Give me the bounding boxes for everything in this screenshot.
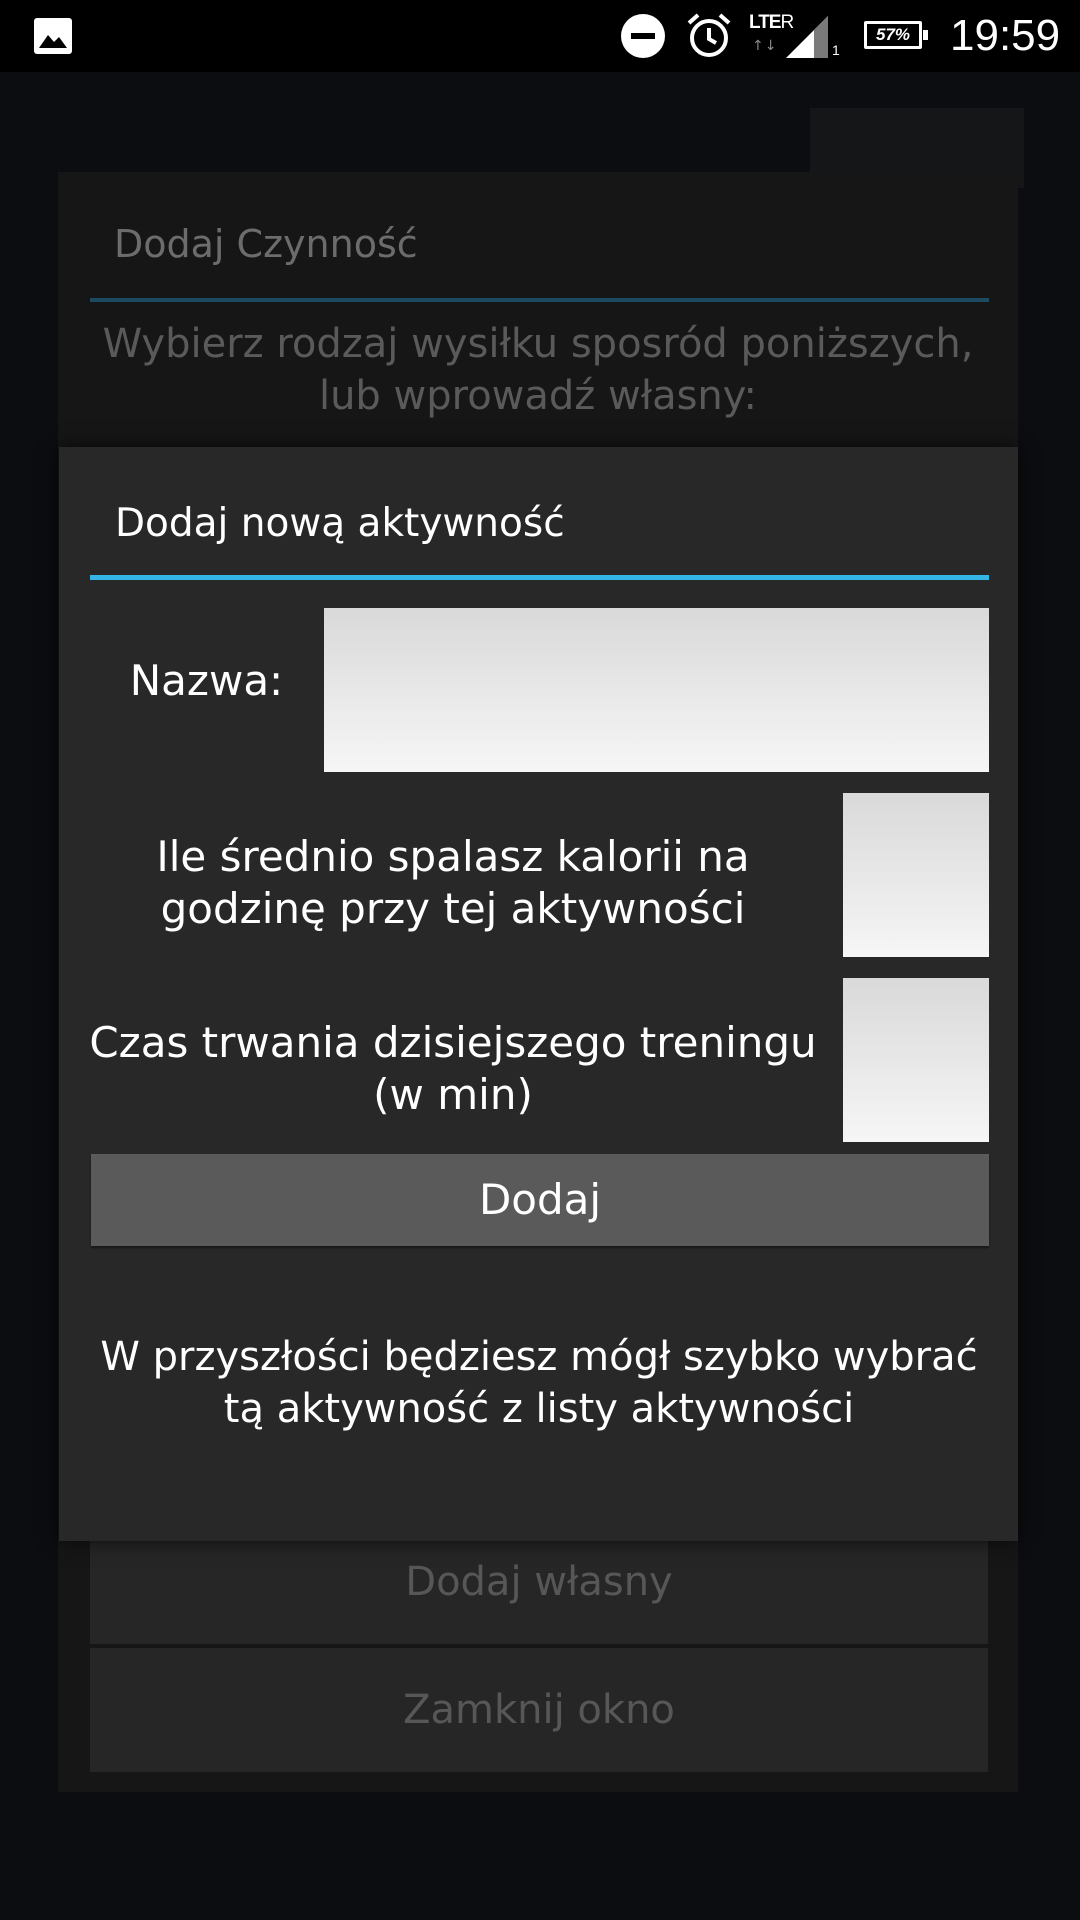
- duration-label: Czas trwania dzisiejszego treningu (w mi…: [89, 1018, 817, 1119]
- battery-icon: 57%: [864, 21, 928, 49]
- background-dialog-title: Dodaj Czynność: [114, 222, 418, 266]
- calories-per-hour-label: Ile średnio spalasz kalorii na godzinę p…: [156, 832, 750, 933]
- background-dialog-message: Wybierz rodzaj wysiłku sposród poniższyc…: [102, 321, 974, 419]
- name-input[interactable]: [324, 608, 989, 772]
- duration-input[interactable]: [843, 978, 989, 1142]
- add-button[interactable]: Dodaj: [91, 1154, 989, 1246]
- background-dialog-divider: [90, 298, 989, 302]
- gallery-icon: [34, 18, 72, 54]
- status-bar: LTER ↑↓ 1 57% 19:59: [0, 0, 1080, 72]
- signal-icon: [784, 14, 830, 64]
- battery-percent: 57%: [875, 25, 911, 44]
- clock: 19:59: [950, 11, 1061, 60]
- alarm-icon: [686, 12, 732, 64]
- dialog-title: Dodaj nową aktywność: [115, 501, 565, 546]
- dialog-title-divider: [90, 575, 989, 580]
- name-label: Nazwa:: [129, 656, 284, 705]
- close-window-button[interactable]: Zamknij okno: [90, 1648, 988, 1772]
- info-note: W przyszłości będziesz mógł szybko wybra…: [100, 1334, 978, 1432]
- calories-per-hour-input[interactable]: [843, 793, 989, 957]
- do-not-disturb-icon: [621, 14, 665, 58]
- sim-slot: 1: [832, 42, 840, 58]
- network-type: LTE: [749, 12, 782, 33]
- add-activity-dialog: Dodaj nową aktywność Nazwa: Ile średnio …: [59, 447, 1018, 1541]
- data-activity-icon: ↑↓: [752, 38, 778, 54]
